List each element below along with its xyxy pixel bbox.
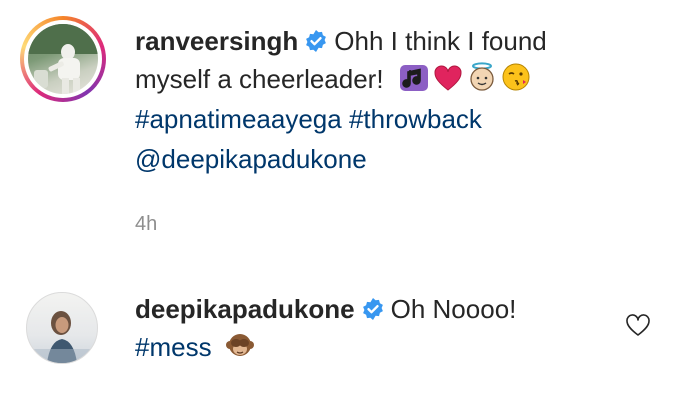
avatar-photo: [28, 24, 98, 94]
verified-badge-icon: [361, 293, 385, 331]
like-comment-button[interactable]: [624, 312, 652, 338]
caption-mention-line: @deepikapadukone: [135, 140, 367, 178]
comment-line-1: deepikapadukone Oh Noooo!: [135, 290, 516, 331]
post-timestamp[interactable]: 4h: [135, 205, 157, 243]
caption-hashtags-line: #apnatimeaayega #throwback: [135, 100, 482, 138]
see-no-evil-monkey-icon: [225, 330, 255, 370]
post-mention-link[interactable]: @deepikapadukone: [135, 144, 367, 174]
comment-text: Oh Noooo!: [390, 294, 517, 324]
caption-text-1: Ohh I think I found: [334, 26, 547, 56]
comment-author-avatar[interactable]: [26, 292, 98, 364]
caption-line-1: ranveersingh Ohh I think I found: [135, 22, 547, 63]
verified-badge-icon: [304, 25, 328, 63]
post-hashtags[interactable]: #apnatimeaayega #throwback: [135, 104, 482, 134]
heart-icon: [433, 64, 463, 102]
comment-line-2: #mess: [135, 328, 259, 370]
angel-face-icon: [467, 62, 497, 102]
caption-line-2: myself a cheerleader!: [135, 60, 535, 102]
comment-hashtag[interactable]: #mess: [135, 332, 212, 362]
heart-outline-icon: [626, 314, 650, 336]
caption-text-2: myself a cheerleader!: [135, 64, 384, 94]
comment-username[interactable]: deepikapadukone: [135, 294, 355, 324]
post-author-avatar[interactable]: [20, 16, 106, 102]
portrait-photo-icon: [27, 311, 97, 363]
kissing-face-icon: [501, 62, 531, 102]
cricket-photo-icon: [28, 24, 98, 94]
post-username[interactable]: ranveersingh: [135, 26, 298, 56]
music-notes-icon: [399, 64, 429, 102]
